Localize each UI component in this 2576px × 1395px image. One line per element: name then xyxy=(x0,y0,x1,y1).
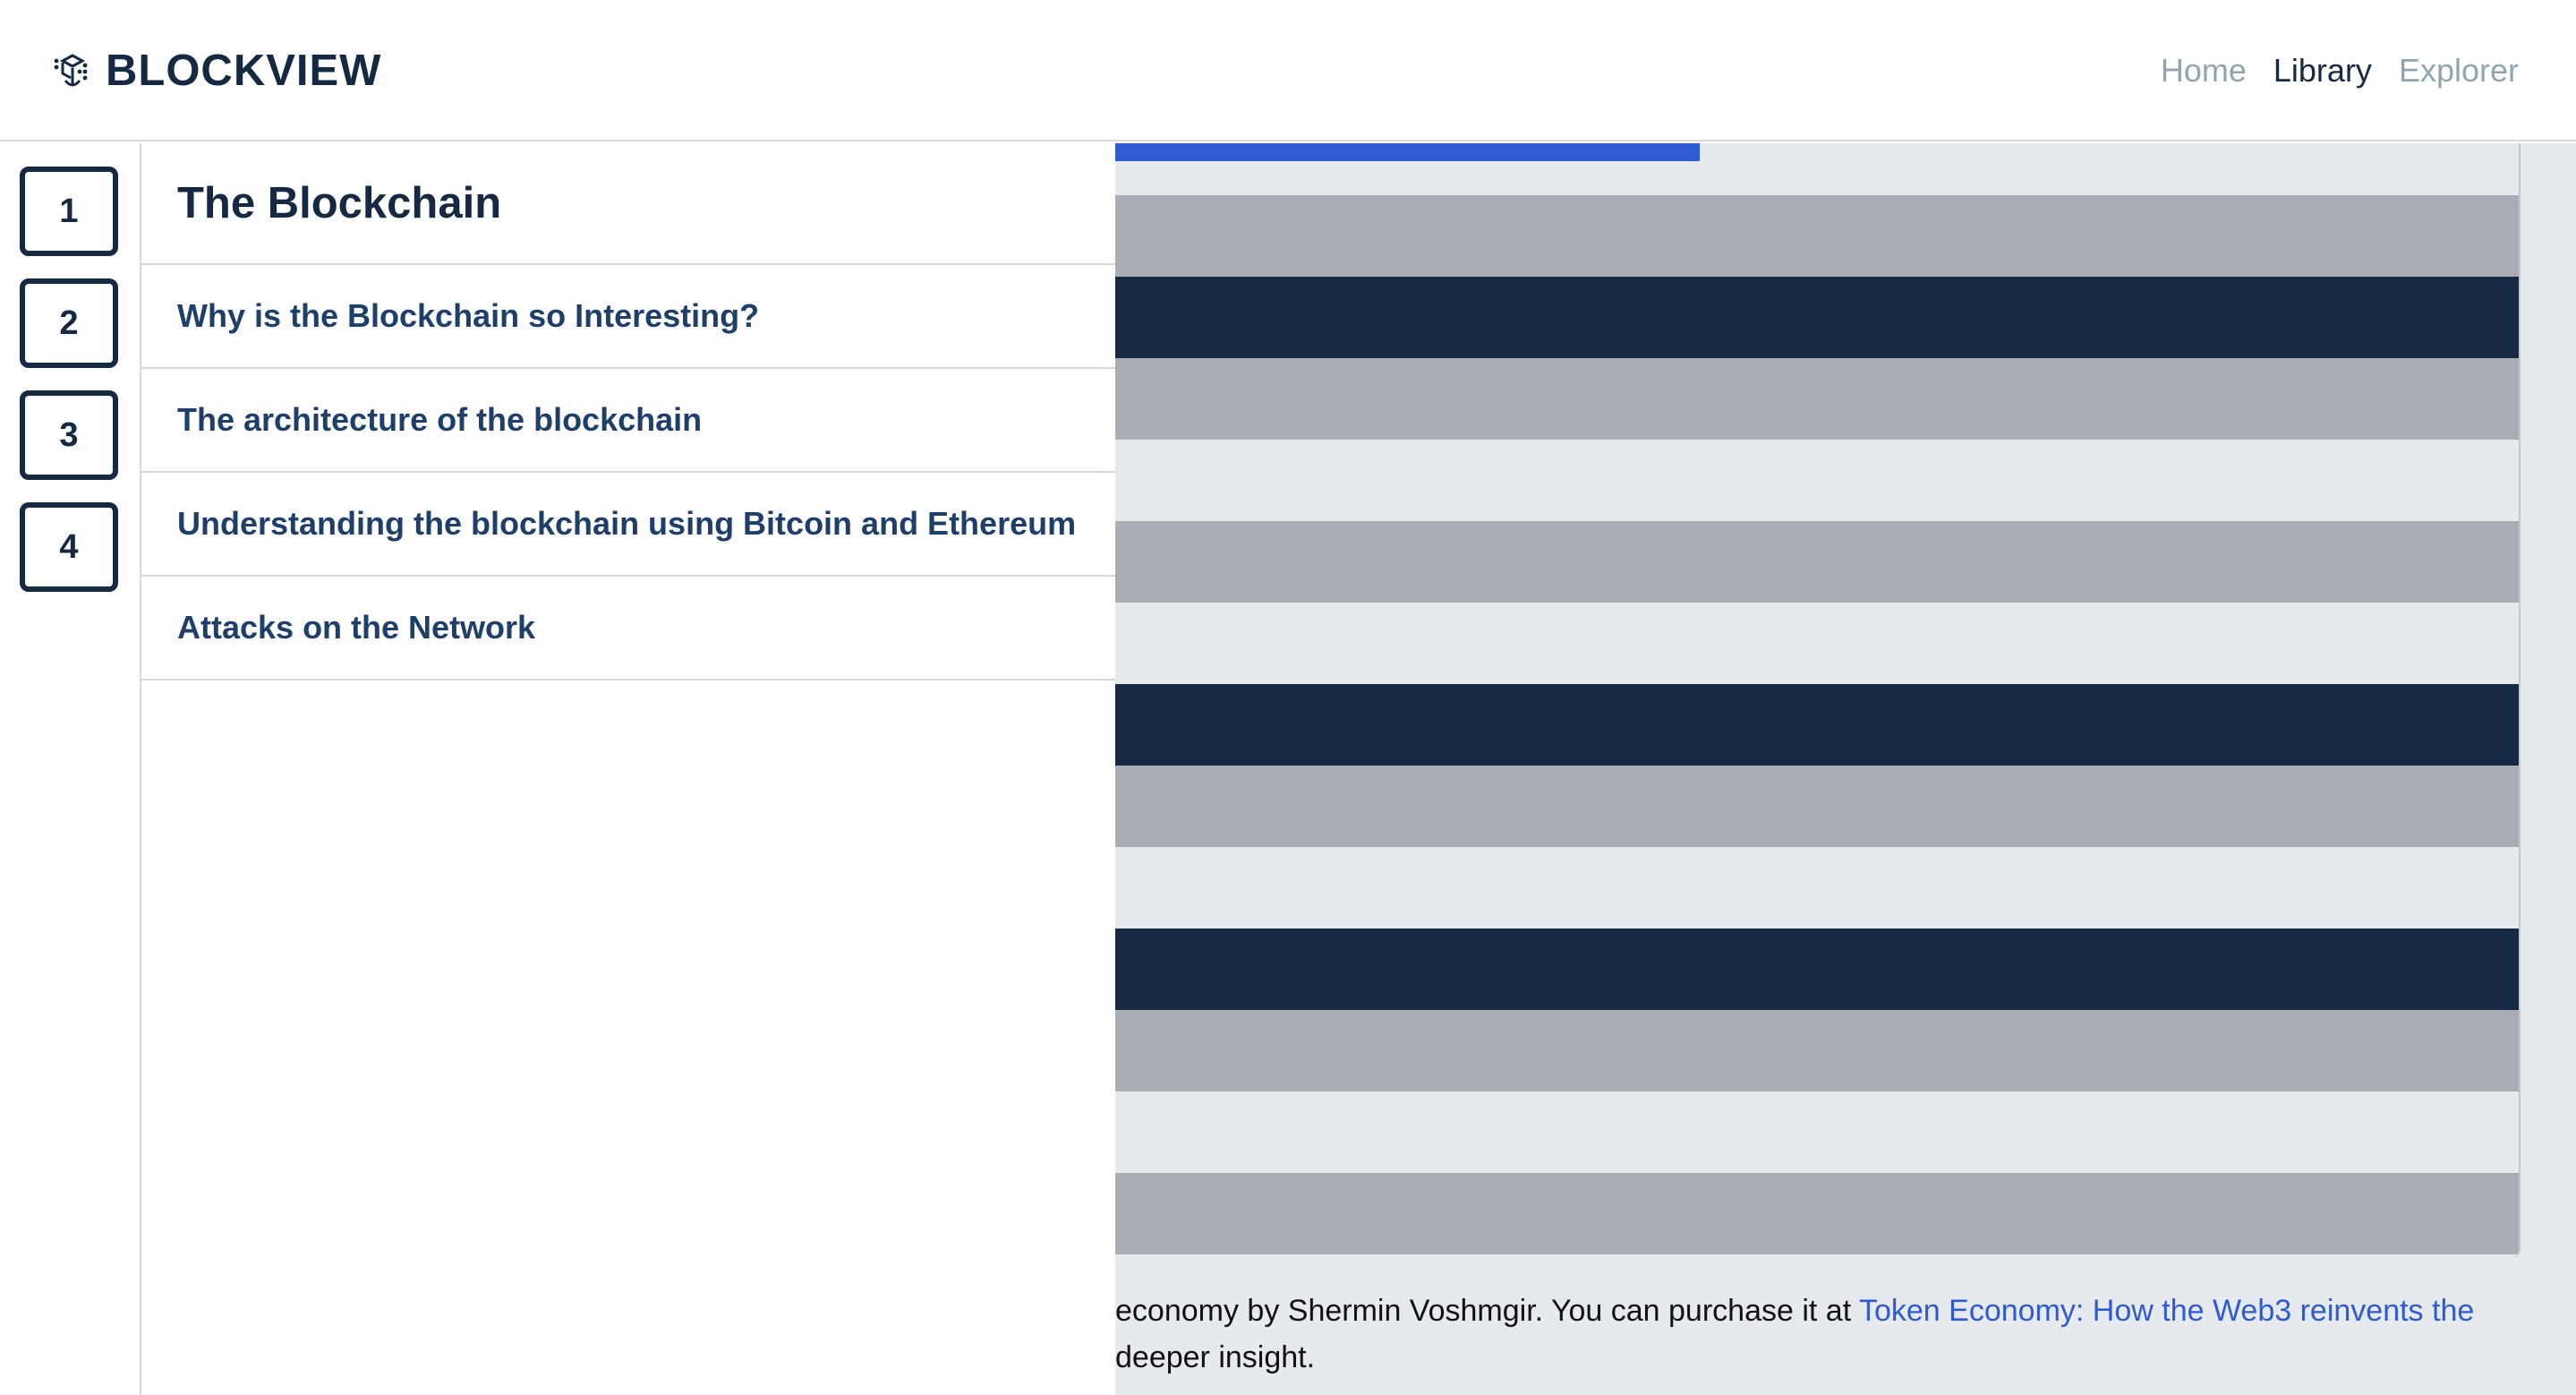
chapter-item[interactable]: Attacks on the Network xyxy=(141,577,1115,680)
source-caption: economy by Shermin Voshmgir. You can pur… xyxy=(1115,1288,2521,1381)
image-stripe xyxy=(1115,1173,2519,1254)
chapter-number-1[interactable]: 1 xyxy=(20,167,118,256)
nav-home[interactable]: Home xyxy=(2161,47,2247,95)
reading-progress-bar xyxy=(1115,143,1700,161)
caption-text-before: economy by Shermin Voshmgir. You can pur… xyxy=(1115,1294,1859,1328)
nav-explorer[interactable]: Explorer xyxy=(2399,47,2519,95)
image-stripe xyxy=(1115,929,2519,1010)
brand-logo[interactable]: BLOCKVIEW xyxy=(52,45,381,97)
chapter-number-4[interactable]: 4 xyxy=(20,502,118,592)
chapter-item[interactable]: The architecture of the blockchain xyxy=(141,369,1115,473)
image-stripe xyxy=(1115,277,2519,358)
cube-icon xyxy=(54,54,88,87)
book-link[interactable]: Token Economy: How the Web3 reinvents th… xyxy=(1859,1294,2474,1328)
image-stripe xyxy=(1115,195,2519,277)
image-stripe xyxy=(1115,1091,2519,1173)
image-stripe xyxy=(1115,521,2519,603)
image-stripe xyxy=(1115,766,2519,847)
nav-library[interactable]: Library xyxy=(2273,47,2372,95)
chapter-number-2[interactable]: 2 xyxy=(20,278,118,368)
main-nav: Home Library Explorer xyxy=(2161,47,2519,95)
chapter-list: The Blockchain Why is the Blockchain so … xyxy=(141,143,1115,1395)
image-stripe xyxy=(1115,603,2519,684)
image-stripe xyxy=(1115,358,2519,440)
chapter-number-3[interactable]: 3 xyxy=(20,390,118,480)
caption-text-after: deeper insight. xyxy=(1115,1340,1316,1374)
image-stripe xyxy=(1115,440,2519,521)
chapter-item[interactable]: Why is the Blockchain so Interesting? xyxy=(141,265,1115,369)
brand-name: BLOCKVIEW xyxy=(106,47,382,95)
image-stripe xyxy=(1115,1010,2519,1091)
top-navigation: BLOCKVIEW Home Library Explorer xyxy=(0,0,2576,141)
chapter-number-rail: 1 2 3 4 xyxy=(0,143,141,1395)
image-stripe xyxy=(1115,684,2519,766)
image-stripe xyxy=(1115,847,2519,929)
chapter-title: The Blockchain xyxy=(141,143,1115,265)
content-area: economy by Shermin Voshmgir. You can pur… xyxy=(1115,143,2576,1395)
chapter-item[interactable]: Understanding the blockchain using Bitco… xyxy=(141,473,1115,577)
striped-image xyxy=(1115,143,2521,1258)
